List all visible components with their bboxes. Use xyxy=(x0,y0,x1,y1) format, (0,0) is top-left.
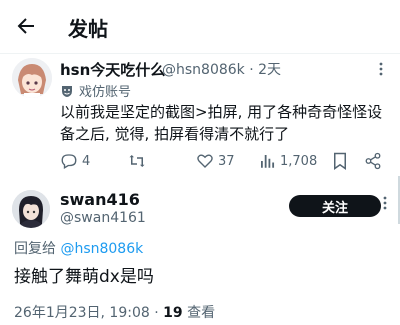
views-count: 1,708 xyxy=(280,153,318,169)
reply-action[interactable]: 4 xyxy=(60,152,90,170)
repost-action[interactable] xyxy=(128,152,150,170)
reply-count: 4 xyxy=(82,153,91,169)
like-action[interactable]: 37 xyxy=(196,152,235,170)
reply-tweet-text: 接触了舞萌dx是吗 xyxy=(14,267,154,287)
tweet-timestamp[interactable]: 26年1月23日, 19:08 xyxy=(14,305,150,321)
views-label: 查看 xyxy=(187,305,216,321)
like-count: 37 xyxy=(218,153,235,169)
tweet-text-line: 以前我是坚定的截图>拍屏, 用了各种奇奇怪怪设 xyxy=(60,103,383,121)
top-bar: 发帖 xyxy=(0,0,400,53)
reply-more-options-icon[interactable] xyxy=(382,196,388,214)
parent-handle-time: @hsn8086k · 2天 xyxy=(162,59,281,79)
repost-icon xyxy=(129,155,145,167)
tweet-text-line: 备之后, 觉得, 拍屏看得清不就行了 xyxy=(60,125,290,143)
replying-to-prefix: 回复给 xyxy=(14,241,56,257)
reply-avatar[interactable] xyxy=(12,190,50,228)
back-arrow-icon[interactable] xyxy=(14,14,38,38)
theater-mask-icon xyxy=(62,85,72,97)
parent-time[interactable]: 2天 xyxy=(258,62,281,78)
parent-tweet-text: 以前我是坚定的截图>拍屏, 用了各种奇奇怪怪设 备之后, 觉得, 拍屏看得清不就… xyxy=(60,101,385,145)
header-divider xyxy=(0,53,400,54)
parent-avatar[interactable] xyxy=(12,58,52,98)
share-action[interactable] xyxy=(364,152,382,170)
reply-handle[interactable]: @swan4161 xyxy=(60,210,146,226)
reply-display-name[interactable]: swan416 xyxy=(60,190,140,209)
separator-dot: · xyxy=(154,305,159,321)
share-icon xyxy=(365,152,381,170)
bookmark-action[interactable] xyxy=(332,152,348,170)
views-action[interactable]: 1,708 xyxy=(258,152,317,170)
views-number: 19 xyxy=(163,305,183,321)
parent-handle[interactable]: @hsn8086k xyxy=(162,62,245,78)
follow-button[interactable]: 关注 xyxy=(289,195,381,217)
parent-display-name[interactable]: hsn今天吃什么 xyxy=(60,59,165,80)
replying-to-link[interactable]: @hsn8086k xyxy=(60,241,143,257)
bookmark-icon xyxy=(334,152,346,170)
more-options-icon[interactable] xyxy=(378,62,384,80)
badge-label: 戏仿账号 xyxy=(79,85,132,100)
reply-icon xyxy=(61,154,77,169)
tweet-meta-line: 26年1月23日, 19:08 · 19 查看 xyxy=(14,302,215,322)
parody-badge: 戏仿账号 xyxy=(60,81,131,100)
parent-actions: 4 37 1,708 xyxy=(60,150,385,172)
separator-dot: · xyxy=(249,62,254,78)
replying-to-line: 回复给 @hsn8086k xyxy=(14,238,143,258)
views-chart-icon xyxy=(261,155,275,168)
page-title: 发帖 xyxy=(68,17,108,41)
heart-icon xyxy=(197,154,213,168)
